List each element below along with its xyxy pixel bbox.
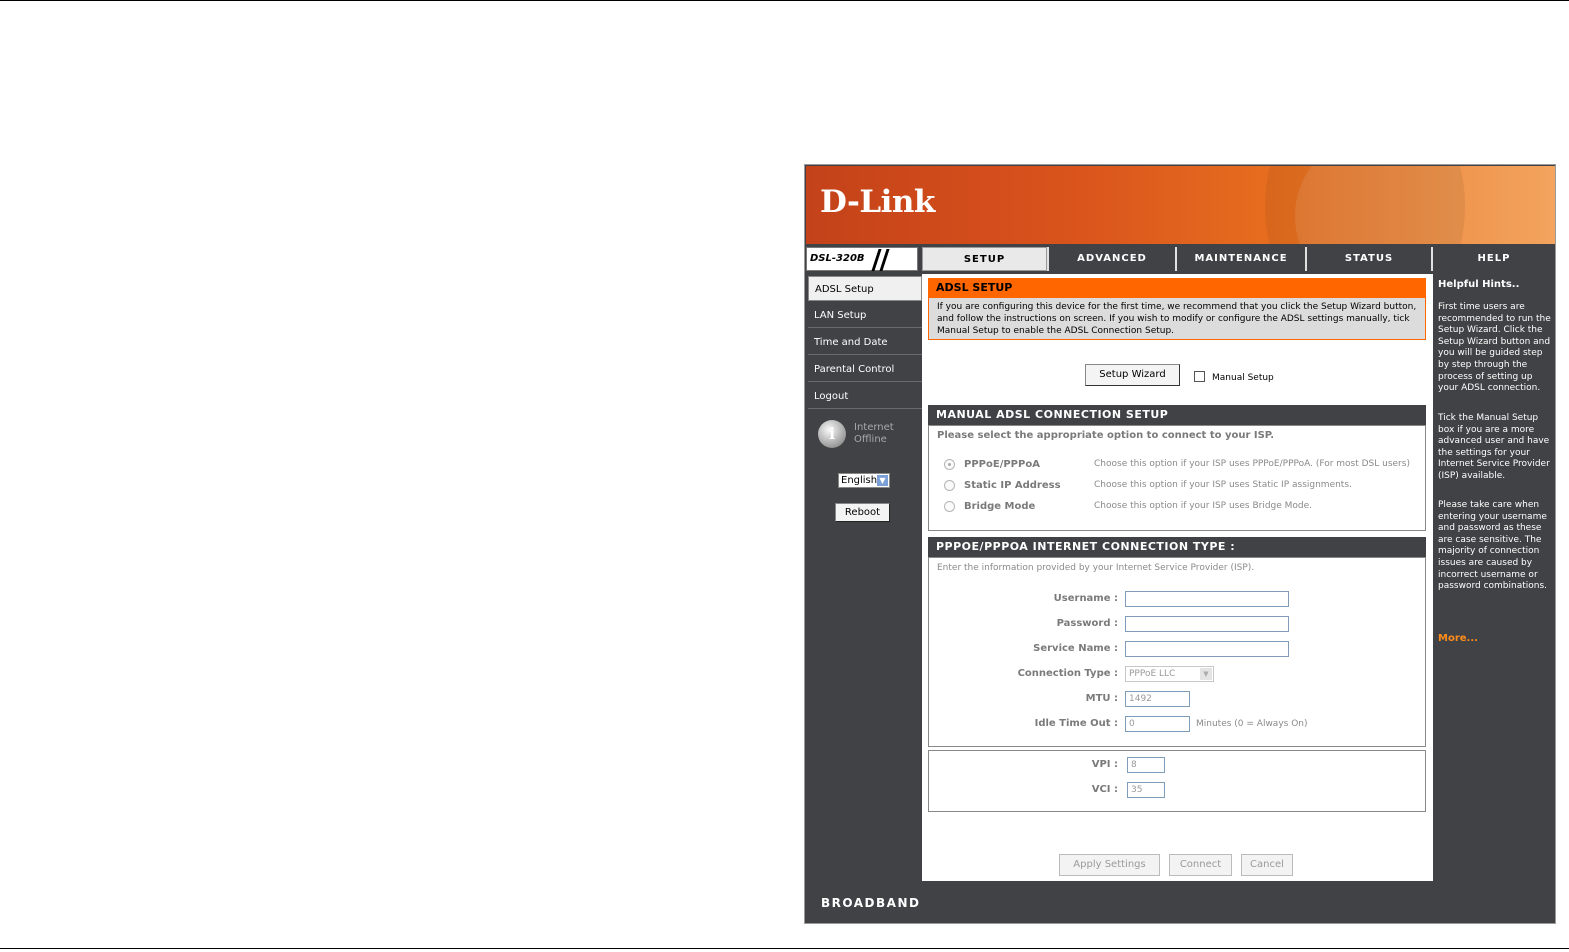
setup-wizard-button[interactable]: Setup Wizard	[1085, 364, 1180, 386]
sidebar-item-time-and-date[interactable]: Time and Date	[808, 330, 922, 355]
service-name-field[interactable]	[1125, 641, 1289, 657]
tab-status[interactable]: STATUS	[1307, 247, 1431, 271]
connect-button[interactable]: Connect	[1169, 854, 1232, 876]
helpful-hints-panel: Helpful Hints.. First time users are rec…	[1435, 274, 1555, 881]
sidebar: ADSL Setup LAN Setup Time and Date Paren…	[806, 274, 922, 881]
language-select[interactable]: English ▼	[838, 473, 890, 488]
connection-type-label: Connection Type :	[1017, 668, 1118, 679]
language-value: English	[841, 475, 878, 486]
vpi-label: VPI :	[1091, 759, 1118, 770]
tab-help[interactable]: HELP	[1433, 247, 1555, 271]
internet-status-value: Offline	[854, 434, 887, 445]
pppoe-prompt: Enter the information provided by your I…	[937, 563, 1255, 573]
page-bottom-rule	[0, 948, 1569, 949]
tab-maintenance[interactable]: MAINTENANCE	[1177, 247, 1305, 271]
model-slash-icon	[879, 249, 890, 271]
top-navigation: DSL-320B SETUP ADVANCED MAINTENANCE STAT…	[806, 247, 1555, 271]
tab-setup[interactable]: SETUP	[922, 247, 1047, 271]
page-top-rule	[0, 0, 1569, 1]
footer-broadband-label: BROADBAND	[821, 896, 921, 910]
pppoe-section-title: PPPOE/PPPOA INTERNET CONNECTION TYPE :	[928, 537, 1426, 557]
apply-settings-button[interactable]: Apply Settings	[1059, 854, 1160, 876]
idle-timeout-field[interactable]: 0	[1125, 716, 1190, 732]
router-admin-window: D-Link DSL-320B SETUP ADVANCED MAINTENAN…	[804, 164, 1556, 924]
adsl-setup-description: If you are configuring this device for t…	[928, 298, 1426, 340]
password-label: Password :	[1056, 618, 1118, 629]
username-label: Username :	[1053, 593, 1118, 604]
footer-bar: BROADBAND	[806, 882, 1555, 923]
cancel-button[interactable]: Cancel	[1241, 854, 1293, 876]
pppoe-panel: Enter the information provided by your I…	[928, 557, 1426, 747]
info-icon: i	[818, 420, 846, 448]
chevron-down-icon: ▼	[877, 475, 888, 486]
vpi-field[interactable]: 8	[1127, 757, 1165, 773]
option-label-pppoe: PPPoE/PPPoA	[964, 459, 1040, 470]
idle-timeout-label: Idle Time Out :	[1034, 718, 1118, 729]
vpi-vci-panel: VPI : 8 VCI : 35	[928, 750, 1426, 812]
option-description-static-ip: Choose this option if your ISP uses Stat…	[1094, 480, 1352, 490]
option-label-static-ip: Static IP Address	[964, 480, 1061, 491]
radio-static-ip[interactable]	[944, 480, 955, 491]
chevron-down-icon: ▼	[1200, 668, 1212, 680]
manual-connection-prompt: Please select the appropriate option to …	[937, 430, 1275, 441]
radio-pppoe[interactable]	[944, 459, 955, 470]
manual-setup-label: Manual Setup	[1212, 373, 1274, 383]
service-name-label: Service Name :	[1033, 643, 1118, 654]
hints-title: Helpful Hints..	[1438, 279, 1520, 290]
mtu-label: MTU :	[1085, 693, 1118, 704]
option-description-pppoe: Choose this option if your ISP uses PPPo…	[1094, 459, 1410, 469]
main-content: ADSL SETUP If you are configuring this d…	[922, 274, 1433, 881]
dlink-logo: D-Link	[820, 184, 935, 220]
idle-timeout-hint: Minutes (0 = Always On)	[1196, 719, 1308, 729]
internet-status-label: Internet	[854, 422, 894, 433]
hint-paragraph-1: First time users are recommended to run …	[1438, 302, 1551, 394]
mtu-field[interactable]: 1492	[1125, 691, 1190, 707]
model-badge: DSL-320B	[806, 247, 918, 271]
radio-bridge-mode[interactable]	[944, 501, 955, 512]
sidebar-item-parental-control[interactable]: Parental Control	[808, 357, 922, 382]
brand-banner: D-Link	[806, 166, 1555, 244]
vci-field[interactable]: 35	[1127, 782, 1165, 798]
more-hints-link[interactable]: More...	[1438, 633, 1478, 645]
sidebar-item-logout[interactable]: Logout	[808, 384, 922, 409]
sidebar-item-lan-setup[interactable]: LAN Setup	[808, 303, 922, 328]
reboot-button[interactable]: Reboot	[835, 503, 890, 522]
option-label-bridge-mode: Bridge Mode	[964, 501, 1036, 512]
connection-type-select[interactable]: PPPoE LLC ▼	[1125, 666, 1214, 682]
vci-label: VCI :	[1091, 784, 1118, 795]
model-label: DSL-320B	[810, 253, 865, 264]
sidebar-item-adsl-setup[interactable]: ADSL Setup	[808, 276, 922, 301]
manual-setup-checkbox[interactable]	[1194, 371, 1205, 382]
hint-paragraph-3: Please take care when entering your user…	[1438, 500, 1548, 592]
connection-type-value: PPPoE LLC	[1129, 669, 1176, 679]
adsl-setup-title: ADSL SETUP	[928, 278, 1426, 298]
banner-swoosh-shadow	[1265, 166, 1465, 244]
tab-advanced[interactable]: ADVANCED	[1049, 247, 1175, 271]
password-field[interactable]	[1125, 616, 1289, 632]
manual-connection-title: MANUAL ADSL CONNECTION SETUP	[928, 405, 1426, 425]
hint-paragraph-2: Tick the Manual Setup box if you are a m…	[1438, 413, 1550, 481]
option-description-bridge-mode: Choose this option if your ISP uses Brid…	[1094, 501, 1313, 511]
username-field[interactable]	[1125, 591, 1289, 607]
manual-connection-panel: Please select the appropriate option to …	[928, 425, 1426, 531]
